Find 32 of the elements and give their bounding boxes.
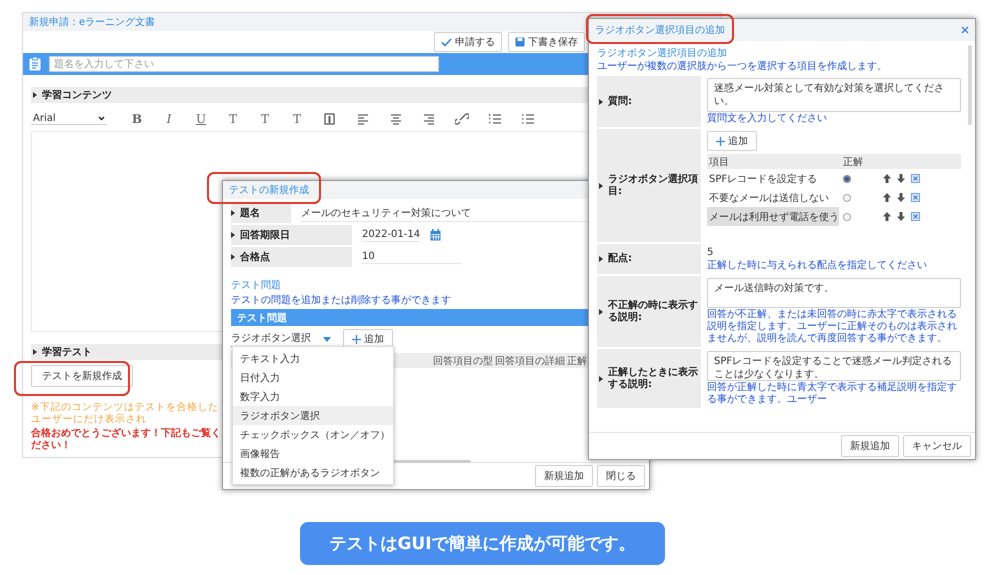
section-title: 学習テスト: [42, 346, 92, 359]
dialog-description: ユーザーが複数の選択肢から一つを選択する項目を作成します。: [597, 60, 888, 73]
column-header: 回答項目の型: [433, 354, 494, 368]
hint-text: 回答が正解した時に青太字で表示する補足説明を指定する事ができます。ユーザー: [707, 382, 958, 406]
hint-text: 回答が不正解、または未回答の時に赤太字で表示される説明を指定します。ユーザーに正解そのものは表示されませんが、説明を読んで再度回答する事ができます。: [707, 309, 958, 345]
hint-text: 正解した時に与えられる配点を指定してください: [707, 260, 928, 272]
column-header: 項目: [708, 156, 730, 169]
dialog-heading: ラジオボタン選択項目の追加: [597, 47, 728, 60]
column-header: 回答項目の詳細: [495, 354, 566, 368]
label-text: 合格点: [240, 250, 270, 264]
notice-text: ※下記のコンテンツはテストを合格したユーザーにだけ表示され: [31, 402, 220, 426]
window-title: 新規申請：eラーニング文書: [29, 16, 156, 29]
congrats-text: 合格おめでとうございます！下記もご覧ください！: [31, 428, 221, 452]
label-text: 配点:: [608, 253, 632, 265]
dialog-title: ラジオボタン選択項目の追加: [595, 24, 725, 37]
column-header: 正解: [567, 354, 587, 368]
table-cell-text: 不要なメールは送信しない: [708, 192, 830, 206]
label-text: 正解したときに表示する説明:: [608, 366, 699, 390]
hint-text: 質問文を入力してください: [707, 113, 828, 125]
section-description: テストの問題を追加または削除する事ができます: [231, 294, 451, 307]
label-text: 不正解の時に表示する説明:: [608, 300, 699, 324]
label-text: 題名: [240, 206, 260, 220]
column-header: 正解: [842, 156, 864, 168]
table-cell: メールは利用せず電話を使う: [707, 207, 839, 226]
label-text: 質問:: [608, 96, 632, 108]
label-text: 回答期限日: [240, 228, 290, 242]
score-value: 5: [707, 246, 714, 259]
dialog-title: テストの新規作成: [229, 184, 309, 197]
label-text: ラジオボタン選択項目:: [608, 174, 699, 198]
caption-banner: テストはGUIで簡単に作成が可能です。: [300, 522, 665, 565]
table-cell-text: SPFレコードを設定する: [708, 172, 818, 186]
section-title: 学習コンテンツ: [42, 88, 112, 102]
